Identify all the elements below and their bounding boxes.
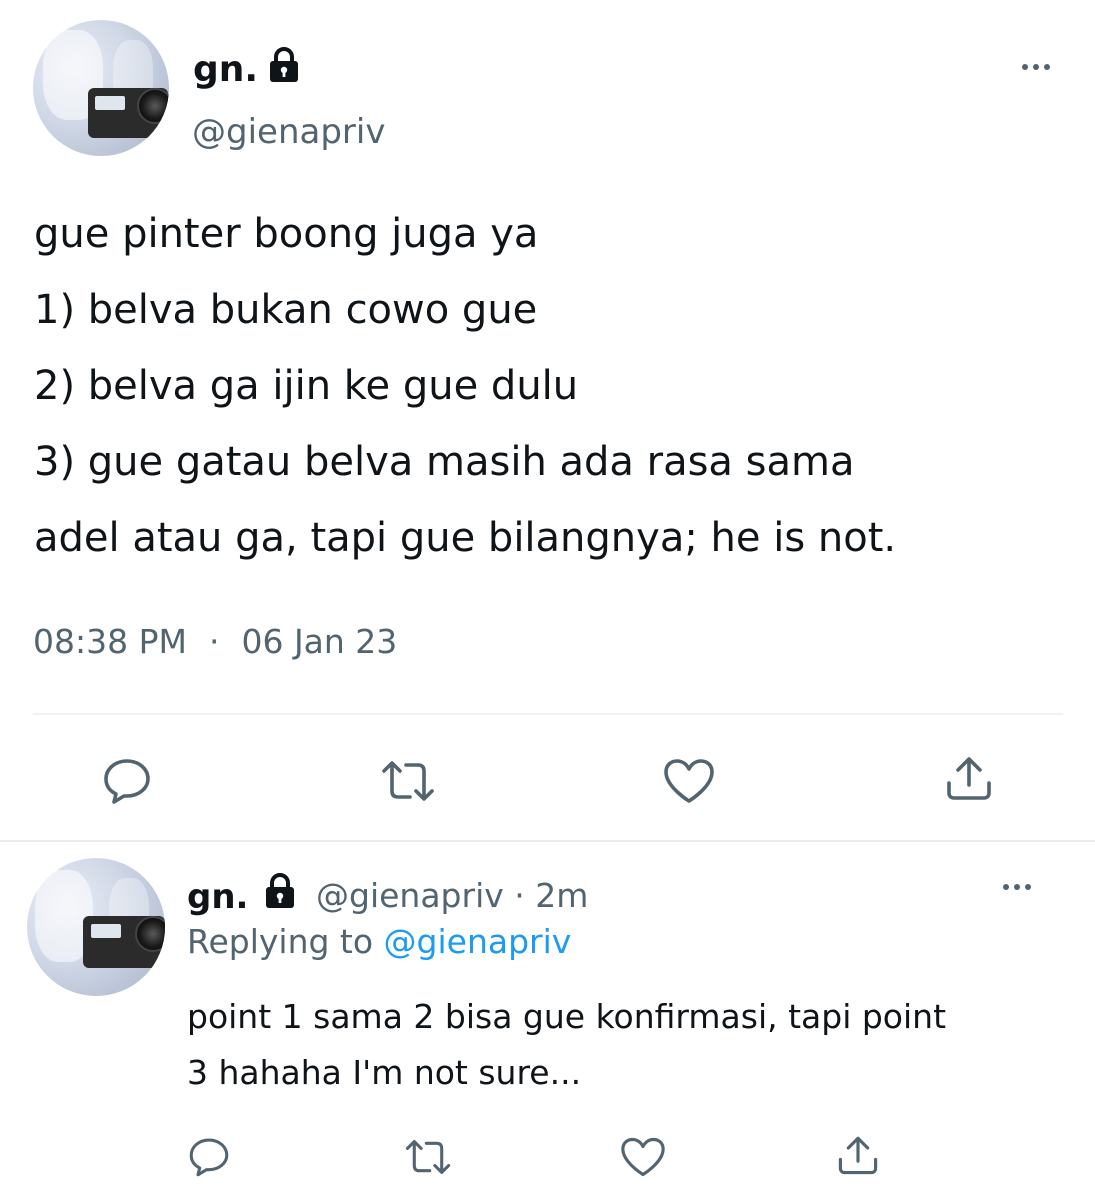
share-icon[interactable]: [944, 753, 994, 803]
tweet-line: 2) belva ga ijin ke gue dulu: [34, 363, 579, 409]
replying-handle-link[interactable]: @gienapriv: [384, 922, 572, 961]
lock-icon: [260, 872, 300, 910]
reply-text: point 1 sama 2 bisa gue konfirmasi, tapi…: [187, 989, 1077, 1101]
display-name[interactable]: gn.: [193, 50, 258, 90]
tweet-line: 1) belva bukan cowo gue: [34, 287, 538, 333]
section-divider: [0, 840, 1095, 842]
tweet-line: gue pinter boong juga ya: [34, 211, 539, 257]
like-icon[interactable]: [619, 1136, 667, 1178]
tweet-line: adel atau ga, tapi gue bilangnya; he is …: [34, 515, 897, 561]
tweet-date[interactable]: 06 Jan 23: [241, 622, 397, 661]
lock-icon: [264, 46, 304, 84]
reply-line: point 1 sama 2 bisa gue konfirmasi, tapi…: [187, 997, 947, 1036]
display-name[interactable]: gn.: [187, 877, 248, 917]
reply-icon[interactable]: [101, 755, 153, 807]
more-icon[interactable]: [1022, 64, 1050, 70]
tweet-time[interactable]: 08:38 PM: [33, 622, 187, 661]
more-icon[interactable]: [1003, 884, 1031, 890]
avatar[interactable]: [27, 858, 165, 996]
like-icon[interactable]: [662, 757, 716, 805]
replying-to: Replying to @gienapriv: [187, 922, 571, 961]
reply-icon[interactable]: [187, 1135, 231, 1179]
reply-line: 3 hahaha I'm not sure...: [187, 1053, 582, 1092]
retweet-icon[interactable]: [380, 757, 436, 805]
replying-prefix: Replying to: [187, 922, 374, 961]
tweet-meta: 08:38 PM · 06 Jan 23: [33, 622, 397, 661]
handle-time[interactable]: @gienapriv · 2m: [316, 876, 588, 915]
divider: [33, 713, 1063, 715]
retweet-icon[interactable]: [404, 1136, 452, 1178]
handle[interactable]: @gienapriv: [192, 112, 385, 152]
share-icon[interactable]: [836, 1133, 880, 1177]
avatar[interactable]: [33, 20, 169, 156]
tweet-text: gue pinter boong juga ya 1) belva bukan …: [34, 196, 1064, 576]
tweet-line: 3) gue gatau belva masih ada rasa sama: [34, 439, 855, 485]
meta-separator: ·: [208, 622, 220, 661]
